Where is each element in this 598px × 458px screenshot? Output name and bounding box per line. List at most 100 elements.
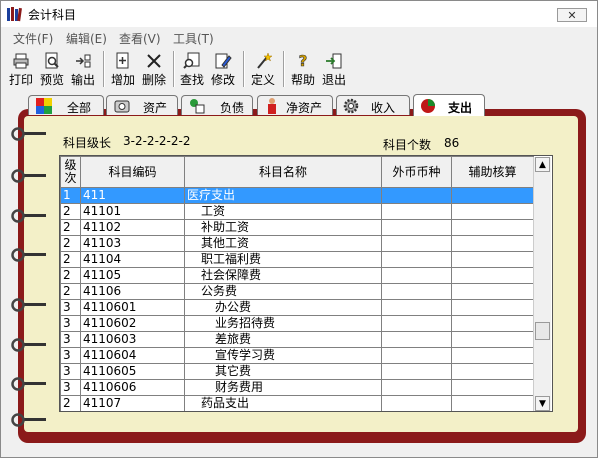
cell-currency [381, 203, 452, 220]
preview-button[interactable]: 预览 [38, 49, 66, 89]
modify-label: 修改 [210, 73, 235, 87]
cell-level: 3 [60, 331, 81, 348]
menu-view[interactable]: 查看(V) [119, 30, 161, 47]
cell-aux [451, 363, 534, 380]
cell-name: 其它费 [184, 363, 382, 380]
cell-aux [451, 379, 534, 396]
table-row[interactable]: 1 411 医疗支出 [60, 187, 534, 204]
magic-wand-icon [257, 52, 272, 69]
toolbar-separator [173, 51, 175, 87]
col-name-header[interactable]: 科目名称 [184, 156, 382, 188]
cell-code: 4110605 [80, 363, 185, 380]
print-label: 打印 [8, 73, 33, 87]
subject-count-label: 科目个数 [383, 138, 432, 152]
table-row[interactable]: 3 4110601 办公费 [60, 299, 534, 316]
define-label: 定义 [250, 73, 275, 87]
scroll-thumb[interactable] [535, 322, 550, 340]
cell-code: 4110602 [80, 315, 185, 332]
preview-label: 预览 [39, 73, 64, 87]
table-row[interactable]: 2 41102 补助工资 [60, 219, 534, 236]
col-aux-header[interactable]: 辅助核算 [451, 156, 534, 188]
help-label: 帮助 [290, 73, 315, 87]
subjects-table: 级次 科目编码 科目名称 外币币种 辅助核算 1 411 医疗支出 2 41101 工资 2… [60, 156, 534, 413]
table-row[interactable]: 2 41107 药品支出 [60, 395, 534, 411]
binder-ring-icon [11, 413, 46, 427]
table-row[interactable]: 2 41105 社会保障费 [60, 267, 534, 284]
books-app-icon [7, 7, 22, 22]
tab-liabilities-label: 负债 [220, 101, 245, 115]
find-button[interactable]: 查找 [178, 49, 206, 89]
menu-edit[interactable]: 编辑(E) [66, 30, 107, 47]
preview-icon [45, 52, 59, 69]
add-label: 增加 [110, 73, 135, 87]
export-button[interactable]: 输出 [69, 49, 97, 89]
cell-level: 2 [60, 235, 81, 252]
delete-button[interactable]: 删除 [140, 49, 168, 89]
tab-income[interactable]: 收入 [336, 95, 410, 115]
tab-all[interactable]: 全部 [28, 95, 104, 115]
cell-code: 4110701 [81, 412, 185, 413]
cell-code: 41102 [80, 219, 185, 236]
vertical-scrollbar[interactable]: ▲ ▼ [533, 157, 551, 411]
cell-name: 宣传学习费 [184, 347, 382, 364]
cell-currency [381, 267, 452, 284]
table-row[interactable]: 3 4110604 宣传学习费 [60, 347, 534, 364]
tab-assets[interactable]: 资产 [106, 95, 178, 115]
modify-button[interactable]: 修改 [209, 49, 237, 89]
cell-name: 药品支出 [184, 395, 382, 411]
expenses-icon [421, 99, 435, 113]
col-currency-header[interactable]: 外币币种 [381, 156, 452, 188]
table-row[interactable]: 3 4110605 其它费 [60, 363, 534, 380]
table-row[interactable]: 3 4110603 差旅费 [60, 331, 534, 348]
cell-level: 2 [60, 395, 81, 411]
scroll-up-arrow-icon[interactable]: ▲ [535, 157, 550, 172]
export-label: 输出 [70, 73, 95, 87]
cell-level: 2 [60, 251, 81, 268]
define-button[interactable]: 定义 [249, 49, 277, 89]
col-level-header[interactable]: 级次 [60, 156, 81, 188]
cell-level: 2 [60, 203, 81, 220]
cell-aux [451, 331, 534, 348]
scroll-down-arrow-icon[interactable]: ▼ [535, 396, 550, 411]
tab-net-assets[interactable]: 净资产 [257, 95, 333, 115]
add-button[interactable]: 增加 [109, 49, 137, 89]
col-code-header[interactable]: 科目编码 [80, 156, 185, 188]
cell-currency [381, 251, 452, 268]
level-length-value: 3-2-2-2-2-2 [123, 134, 191, 148]
cell-name: 办公费 [184, 299, 382, 316]
toolbar-separator [283, 51, 285, 87]
help-button[interactable]: ? 帮助 [289, 49, 317, 89]
exit-button[interactable]: 退出 [320, 49, 348, 89]
print-button[interactable]: 打印 [7, 49, 35, 89]
tab-liabilities[interactable]: 负债 [181, 95, 253, 115]
table-row[interactable]: 3 4110602 业务招待费 [60, 315, 534, 332]
title-bar: 会计科目 ✕ [1, 1, 597, 27]
cell-currency [382, 412, 452, 413]
cell-name: 其他工资 [184, 235, 382, 252]
tab-expenses-label: 支出 [448, 101, 473, 115]
cell-name: 工资 [184, 203, 382, 220]
cell-name: 补助工资 [184, 219, 382, 236]
table-row[interactable]: 2 41103 其他工资 [60, 235, 534, 252]
subjects-grid: 级次 科目编码 科目名称 外币币种 辅助核算 1 411 医疗支出 2 41101 工资 2… [59, 155, 553, 412]
tab-net-assets-label: 净资产 [286, 101, 323, 115]
delete-label: 删除 [141, 73, 166, 87]
table-row[interactable]: 2 41101 工资 [60, 203, 534, 220]
level-length-label: 科目级长 [63, 136, 112, 150]
all-colors-icon [36, 98, 52, 114]
find-label: 查找 [179, 73, 204, 87]
table-row[interactable]: 34110701西药费 [61, 412, 534, 413]
table-row[interactable]: 2 41104 职工福利费 [60, 251, 534, 268]
cell-level: 2 [60, 283, 81, 300]
cell-currency [381, 315, 452, 332]
table-row[interactable]: 3 4110606 财务费用 [60, 379, 534, 396]
delete-x-icon [147, 54, 161, 68]
tab-expenses[interactable]: 支出 [413, 94, 485, 116]
cell-code: 41107 [80, 395, 185, 411]
table-row[interactable]: 2 41106 公务费 [60, 283, 534, 300]
menu-tools[interactable]: 工具(T) [173, 30, 214, 47]
menu-file[interactable]: 文件(F) [13, 30, 53, 47]
cell-level: 1 [60, 187, 81, 204]
close-button[interactable]: ✕ [557, 8, 587, 22]
cell-currency [381, 379, 452, 396]
